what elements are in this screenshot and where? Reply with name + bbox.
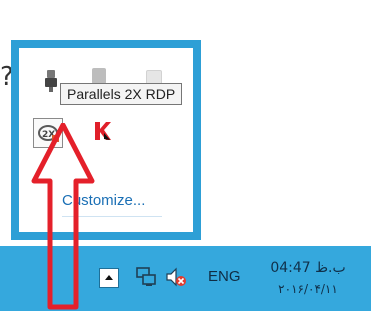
clock-date[interactable]: ۲۰۱۶/۰۴/۱۱	[258, 282, 358, 296]
volume-muted-icon[interactable]	[165, 266, 187, 288]
network-icon[interactable]	[135, 266, 157, 288]
annotation-arrow	[31, 123, 95, 310]
safely-remove-hardware-icon[interactable]	[44, 70, 58, 92]
hidden-tray-icon[interactable]	[92, 68, 106, 84]
tray-tooltip: Parallels 2X RDP	[60, 83, 183, 105]
show-hidden-icons-button[interactable]	[99, 268, 119, 288]
clock-time[interactable]: 04:47 ب.ظ	[258, 260, 358, 276]
input-language-indicator[interactable]: ENG	[208, 268, 241, 285]
chevron-up-icon	[105, 275, 113, 280]
